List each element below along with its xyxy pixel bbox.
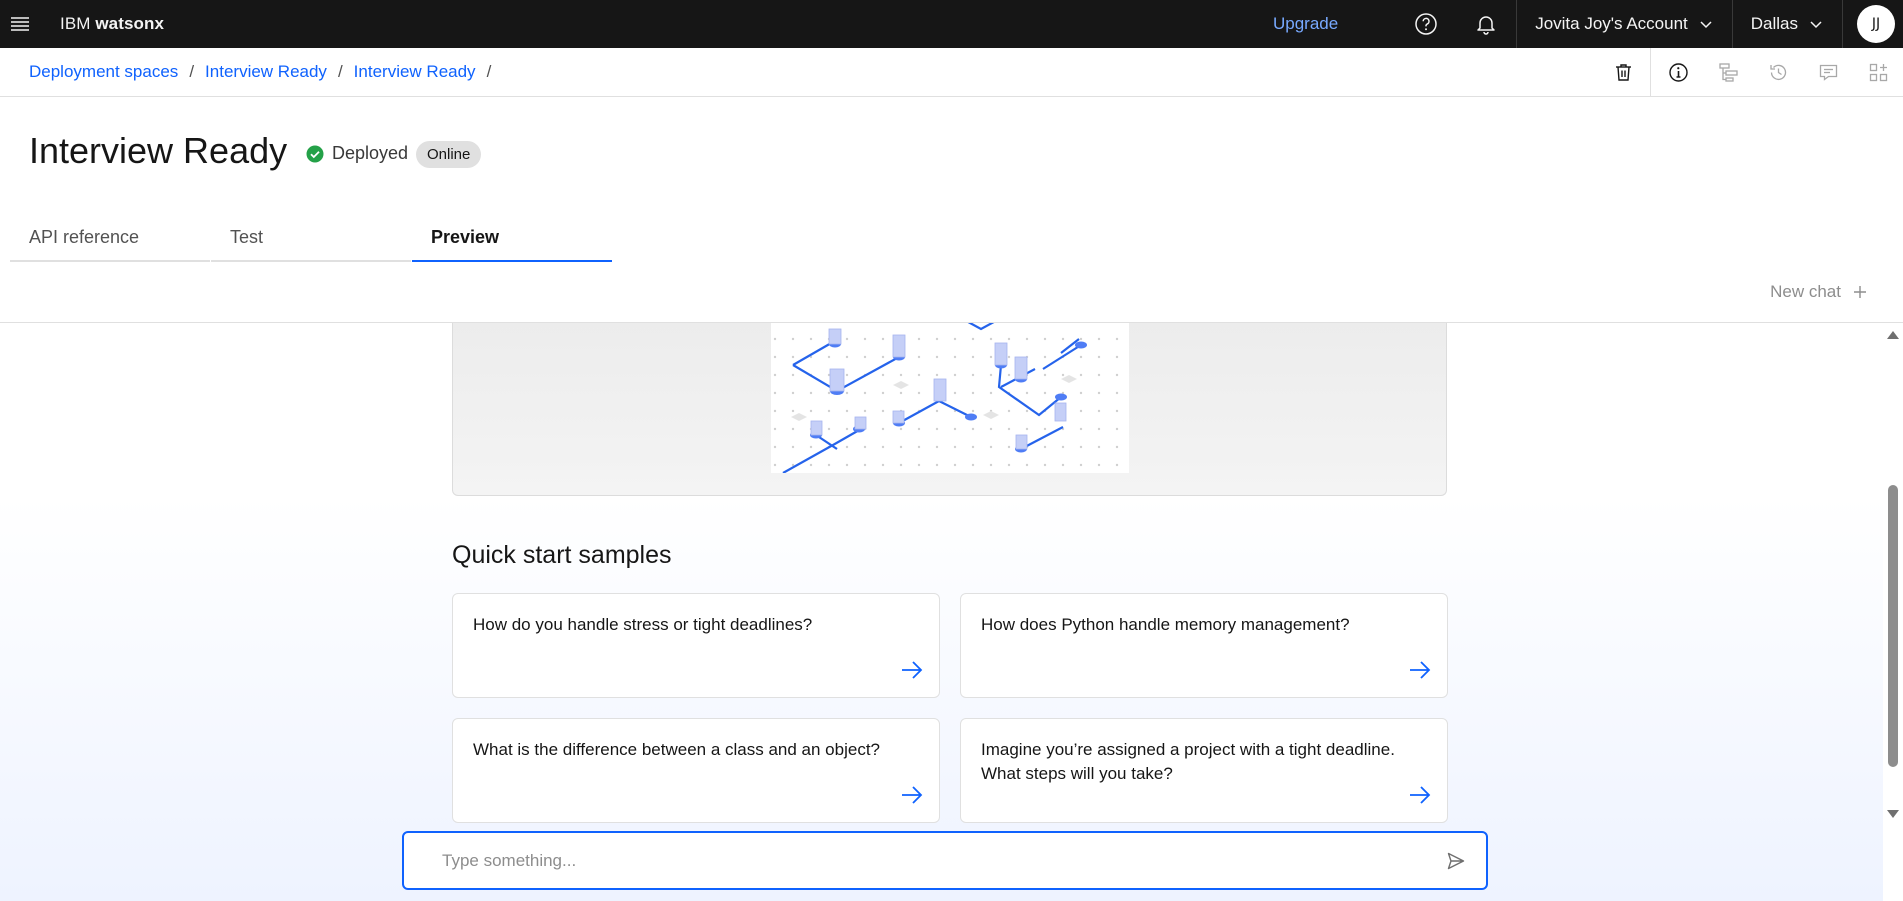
chat-message-input[interactable] (404, 833, 1426, 888)
apps-icon[interactable] (1853, 48, 1903, 96)
brand-prefix: IBM (60, 14, 91, 33)
trash-icon[interactable] (1598, 48, 1648, 96)
sample-prompt-card[interactable]: How does Python handle memory management… (960, 593, 1448, 698)
breadcrumb-item-deployment-spaces[interactable]: Deployment spaces (29, 62, 178, 82)
account-switcher[interactable]: Jovita Joy's Account (1517, 0, 1732, 48)
upgrade-link[interactable]: Upgrade (1273, 14, 1338, 34)
checkmark-filled-icon (306, 145, 324, 162)
sample-prompt-card[interactable]: How do you handle stress or tight deadli… (452, 593, 940, 698)
breadcrumb-item-space[interactable]: Interview Ready (205, 62, 327, 82)
comment-icon[interactable] (1803, 48, 1853, 96)
breadcrumb-separator: / (189, 62, 195, 81)
topbar-divider (1842, 0, 1843, 48)
region-name: Dallas (1750, 14, 1798, 33)
breadcrumb: Deployment spaces / Interview Ready / In… (29, 62, 502, 82)
page-title: Interview Ready (29, 130, 288, 171)
tab-preview[interactable]: Preview (412, 218, 612, 262)
history-icon[interactable] (1753, 48, 1803, 96)
structure-icon[interactable] (1703, 48, 1753, 96)
deployment-status: Deployed (306, 143, 408, 164)
sample-prompt-text: Imagine you’re assigned a project with a… (981, 740, 1395, 783)
chat-preview-area[interactable]: Quick start samples How do you handle st… (0, 323, 1883, 901)
add-icon (1854, 286, 1866, 298)
status-badge: Online (416, 141, 482, 168)
toolbar-divider (1650, 48, 1651, 96)
chat-input-box (402, 831, 1488, 890)
breadcrumb-item-deployment[interactable]: Interview Ready (354, 62, 476, 82)
sample-prompt-text: How do you handle stress or tight deadli… (473, 615, 813, 634)
arrow-right-icon (902, 661, 923, 679)
product-brand[interactable]: IBM watsonx (60, 14, 164, 34)
scrollbar-thumb[interactable] (1888, 485, 1898, 767)
scroll-down-arrow-icon[interactable] (1887, 810, 1899, 818)
scroll-up-arrow-icon[interactable] (1887, 331, 1899, 339)
chevron-down-icon (1700, 21, 1712, 29)
new-chat-button[interactable]: New chat (1770, 282, 1867, 302)
account-name: Jovita Joy's Account (1535, 14, 1688, 33)
page-toolbar (1598, 48, 1903, 96)
send-icon[interactable] (1426, 833, 1486, 888)
brand-name: watsonx (95, 14, 165, 33)
top-nav-bar: IBM watsonx Upgrade Jovita Joy's Account… (0, 0, 1903, 48)
tab-test[interactable]: Test (211, 218, 411, 262)
arrow-right-icon (902, 786, 923, 804)
help-icon[interactable] (1396, 0, 1456, 48)
new-chat-label: New chat (1770, 282, 1841, 301)
status-label: Deployed (332, 143, 409, 163)
deployment-tabs: API reference Test Preview (10, 218, 613, 262)
bell-icon[interactable] (1456, 0, 1516, 48)
avatar[interactable]: JJ (1857, 5, 1895, 43)
arrow-right-icon (1410, 661, 1431, 679)
quick-start-title: Quick start samples (452, 541, 672, 569)
sample-prompt-card[interactable]: What is the difference between a class a… (452, 718, 940, 823)
region-switcher[interactable]: Dallas (1733, 0, 1842, 48)
sample-prompt-card[interactable]: Imagine you’re assigned a project with a… (960, 718, 1448, 823)
sample-prompt-text: What is the difference between a class a… (473, 740, 880, 759)
chat-scrollbar[interactable] (1883, 323, 1903, 828)
arrow-right-icon (1410, 786, 1431, 804)
network-illustration (771, 323, 1129, 474)
sample-prompt-text: How does Python handle memory management… (981, 615, 1350, 634)
hamburger-menu-icon[interactable] (2, 0, 38, 48)
breadcrumb-separator: / (337, 62, 343, 81)
breadcrumb-separator: / (486, 62, 492, 81)
info-icon[interactable] (1653, 48, 1703, 96)
chevron-down-icon (1810, 21, 1822, 29)
tab-api-reference[interactable]: API reference (10, 218, 210, 262)
welcome-banner (452, 323, 1447, 496)
breadcrumb-bar: Deployment spaces / Interview Ready / In… (0, 48, 1903, 97)
